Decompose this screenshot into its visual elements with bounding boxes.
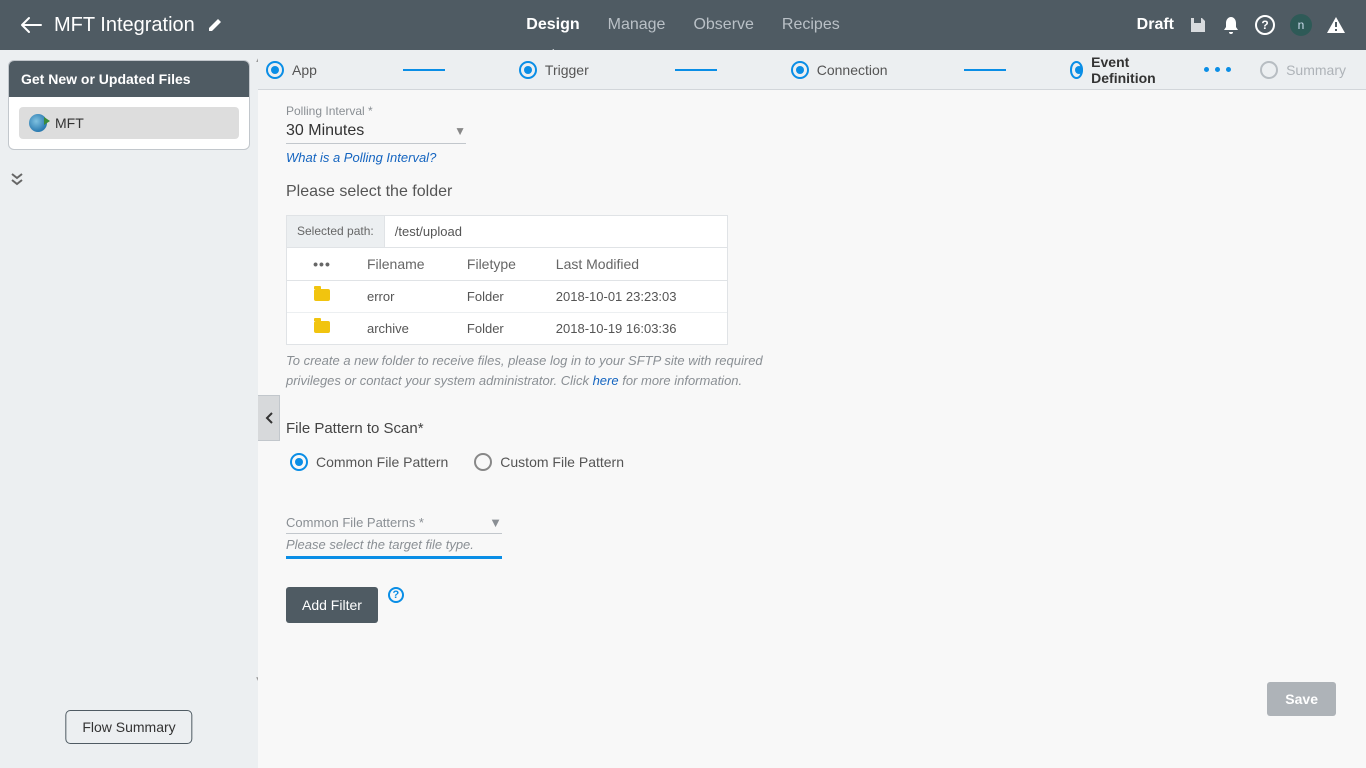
tab-observe[interactable]: Observe bbox=[693, 0, 753, 50]
step-app[interactable]: App bbox=[266, 61, 329, 79]
polling-interval-field: Polling Interval * 30 Minutes ▼ What is … bbox=[286, 104, 1338, 167]
table-row[interactable]: error Folder 2018-10-01 23:23:03 bbox=[287, 281, 727, 313]
main: ▲ Get New or Updated Files MFT Flow Summ… bbox=[0, 50, 1366, 768]
integration-title: MFT Integration bbox=[54, 14, 195, 37]
folder-section-title: Please select the folder bbox=[286, 183, 1338, 201]
radio-custom-pattern[interactable]: Custom File Pattern bbox=[474, 453, 624, 471]
folder-path-box: Selected path: /test/upload ••• Filename… bbox=[286, 215, 728, 345]
stepper: App Trigger Connection Event Definition bbox=[258, 50, 1366, 90]
polling-interval-label: Polling Interval * bbox=[286, 104, 1338, 118]
radio-label: Common File Pattern bbox=[316, 454, 448, 470]
step-circle-icon bbox=[1070, 61, 1084, 79]
step-circle-icon bbox=[519, 61, 537, 79]
folder-icon bbox=[314, 321, 330, 333]
top-bar: MFT Integration Design Manage Observe Re… bbox=[0, 0, 1366, 50]
save-disk-icon[interactable] bbox=[1188, 15, 1208, 35]
folder-note-link[interactable]: here bbox=[593, 373, 619, 388]
collapse-sidebar-handle[interactable] bbox=[258, 395, 280, 441]
back-arrow-icon[interactable] bbox=[20, 16, 42, 34]
content: App Trigger Connection Event Definition bbox=[258, 50, 1366, 768]
tab-recipes[interactable]: Recipes bbox=[782, 0, 840, 50]
help-circle-icon[interactable]: ? bbox=[1254, 14, 1276, 36]
topbar-right: Draft ? n bbox=[1137, 14, 1366, 36]
polling-interval-help-link[interactable]: What is a Polling Interval? bbox=[286, 150, 436, 165]
caret-down-icon: ▼ bbox=[454, 124, 466, 138]
path-value: /test/upload bbox=[385, 216, 472, 247]
col-filename: Filename bbox=[357, 248, 457, 281]
step-label: Trigger bbox=[545, 62, 589, 78]
flow-summary-button[interactable]: Flow Summary bbox=[65, 710, 192, 744]
sidebar-card-body: MFT bbox=[9, 97, 249, 149]
topbar-tabs: Design Manage Observe Recipes bbox=[526, 0, 839, 50]
step-circle-icon bbox=[791, 61, 809, 79]
sidebar-card: Get New or Updated Files MFT bbox=[8, 60, 250, 150]
cell-filename: archive bbox=[357, 313, 457, 345]
status-text: Draft bbox=[1137, 16, 1174, 34]
polling-interval-value: 30 Minutes bbox=[286, 122, 364, 140]
col-icon[interactable]: ••• bbox=[287, 248, 357, 281]
step-connector bbox=[964, 69, 1006, 71]
radio-label: Custom File Pattern bbox=[500, 454, 624, 470]
radio-icon bbox=[290, 453, 308, 471]
col-filetype: Filetype bbox=[457, 248, 546, 281]
sidebar-item-label: MFT bbox=[55, 115, 84, 131]
radio-common-pattern[interactable]: Common File Pattern bbox=[290, 453, 448, 471]
cell-last-modified: 2018-10-01 23:23:03 bbox=[546, 281, 727, 313]
add-filter-row: Add Filter ? bbox=[286, 587, 1338, 623]
tab-manage[interactable]: Manage bbox=[608, 0, 666, 50]
step-summary[interactable]: Summary bbox=[1260, 61, 1358, 79]
expand-chevrons-icon[interactable] bbox=[8, 170, 250, 188]
step-connector bbox=[675, 69, 717, 71]
pattern-section-title: File Pattern to Scan* bbox=[286, 420, 1338, 437]
step-label: Summary bbox=[1286, 62, 1346, 78]
step-connector-dots bbox=[1204, 69, 1246, 71]
pattern-radio-group: Common File Pattern Custom File Pattern bbox=[290, 453, 1338, 471]
polling-interval-select[interactable]: 30 Minutes ▼ bbox=[286, 118, 466, 144]
edit-pencil-icon[interactable] bbox=[207, 17, 223, 33]
cell-last-modified: 2018-10-19 16:03:36 bbox=[546, 313, 727, 345]
highlight-underline bbox=[286, 556, 502, 559]
folder-table: ••• Filename Filetype Last Modified erro… bbox=[287, 248, 727, 344]
common-patterns-select[interactable]: Common File Patterns * ▼ bbox=[286, 515, 502, 534]
bell-icon[interactable] bbox=[1222, 15, 1240, 35]
col-last-modified: Last Modified bbox=[546, 248, 727, 281]
step-connector bbox=[403, 69, 445, 71]
sidebar-card-title: Get New or Updated Files bbox=[9, 61, 249, 97]
folder-icon bbox=[314, 289, 330, 301]
step-label: App bbox=[292, 62, 317, 78]
step-circle-icon bbox=[266, 61, 284, 79]
path-label: Selected path: bbox=[287, 216, 385, 247]
add-filter-button[interactable]: Add Filter bbox=[286, 587, 378, 623]
step-trigger[interactable]: Trigger bbox=[519, 61, 601, 79]
cell-filetype: Folder bbox=[457, 281, 546, 313]
avatar[interactable]: n bbox=[1290, 14, 1312, 36]
caret-down-icon: ▼ bbox=[489, 515, 502, 530]
table-row[interactable]: archive Folder 2018-10-19 16:03:36 bbox=[287, 313, 727, 345]
cell-filetype: Folder bbox=[457, 313, 546, 345]
folder-note: To create a new folder to receive files,… bbox=[286, 351, 806, 390]
alert-triangle-icon[interactable] bbox=[1326, 16, 1346, 34]
form-body: Polling Interval * 30 Minutes ▼ What is … bbox=[258, 90, 1366, 768]
radio-icon bbox=[474, 453, 492, 471]
step-label: Connection bbox=[817, 62, 888, 78]
common-patterns-help: Please select the target file type. bbox=[286, 537, 1338, 552]
common-patterns-label: Common File Patterns * bbox=[286, 515, 424, 530]
sidebar-item-mft[interactable]: MFT bbox=[19, 107, 239, 139]
help-circle-icon[interactable]: ? bbox=[388, 587, 404, 603]
tab-design[interactable]: Design bbox=[526, 0, 579, 50]
globe-arrow-icon bbox=[29, 114, 47, 132]
svg-text:?: ? bbox=[1261, 18, 1268, 32]
cell-filename: error bbox=[357, 281, 457, 313]
path-header: Selected path: /test/upload bbox=[287, 216, 727, 248]
step-event-definition[interactable]: Event Definition bbox=[1070, 54, 1177, 86]
folder-note-post: for more information. bbox=[619, 373, 743, 388]
topbar-left: MFT Integration bbox=[0, 14, 223, 37]
sidebar: ▲ Get New or Updated Files MFT Flow Summ… bbox=[0, 50, 258, 768]
step-label: Event Definition bbox=[1091, 54, 1164, 86]
save-button[interactable]: Save bbox=[1267, 682, 1336, 716]
step-connection[interactable]: Connection bbox=[791, 61, 900, 79]
step-circle-icon bbox=[1260, 61, 1278, 79]
